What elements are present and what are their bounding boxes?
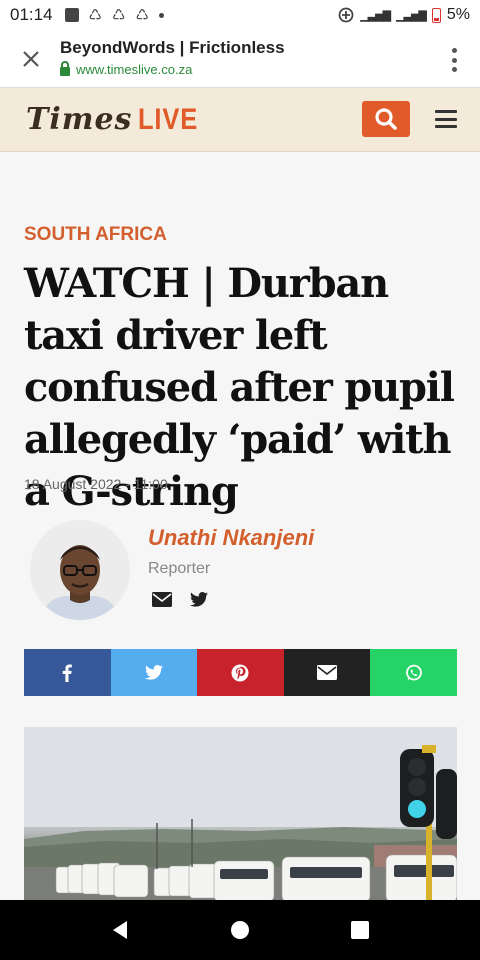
share-email-button[interactable] (283, 649, 371, 696)
author-social-links (152, 592, 208, 607)
author-avatar[interactable] (30, 520, 130, 620)
back-icon[interactable] (109, 919, 131, 941)
signal-icon: ▁▃▅▇ (360, 9, 391, 22)
envelope-icon[interactable] (152, 592, 172, 607)
author-role: Reporter (148, 560, 211, 577)
envelope-icon (317, 665, 338, 680)
signal-icon: ▁▃▅▇ (396, 9, 427, 22)
logo-times-text: Times (26, 102, 133, 137)
data-saver-icon (338, 7, 354, 23)
status-right: ▁▃▅▇ ▁▃▅▇ 5% (338, 6, 470, 24)
article-date: 18 August 2022 - 11:00 (24, 476, 168, 492)
gallery-icon (64, 8, 79, 22)
logo-live-text: LIVE (138, 103, 199, 136)
recycle-icon: ♺ (112, 7, 126, 24)
recycle-icon: ♺ (88, 7, 102, 24)
system-nav-bar (0, 900, 480, 960)
url-text: www.timeslive.co.za (76, 62, 193, 77)
status-time: 01:14 (10, 5, 53, 24)
lock-icon (60, 61, 70, 76)
status-bar: 01:14 ♺ ♺ ♺ ▁▃▅▇ ▁▃▅▇ 5% (0, 0, 480, 30)
search-icon (375, 108, 397, 130)
share-bar (24, 649, 457, 696)
share-pinterest-button[interactable] (197, 649, 284, 696)
facebook-icon (62, 664, 73, 682)
hamburger-menu-icon[interactable] (435, 110, 457, 128)
recycle-icon: ♺ (135, 7, 149, 24)
close-icon[interactable] (18, 46, 44, 72)
recents-icon[interactable] (349, 919, 371, 941)
browser-toolbar: BeyondWords | Frictionless www.timeslive… (0, 30, 480, 88)
overflow-menu-icon[interactable] (450, 48, 458, 72)
author-name[interactable]: Unathi Nkanjeni (148, 525, 314, 551)
hero-image[interactable] (24, 727, 457, 902)
more-notifications-icon (158, 12, 164, 18)
share-facebook-button[interactable] (24, 649, 111, 696)
notification-icons: ♺ ♺ ♺ (64, 6, 164, 24)
taxi-rank-photo (24, 727, 457, 902)
whatsapp-icon (405, 664, 422, 681)
home-icon[interactable] (229, 919, 251, 941)
url-display[interactable]: www.timeslive.co.za (60, 61, 193, 77)
pinterest-icon (231, 664, 249, 681)
site-logo[interactable]: Times LIVE (26, 102, 209, 137)
twitter-icon[interactable] (190, 592, 208, 607)
battery-icon (431, 7, 441, 23)
battery-level: 5% (446, 6, 470, 23)
twitter-icon (144, 665, 163, 680)
search-button[interactable] (362, 101, 410, 137)
share-whatsapp-button[interactable] (370, 649, 457, 696)
page-title: BeyondWords | Frictionless (60, 38, 285, 57)
article-category[interactable]: SOUTH AFRICA (24, 224, 167, 246)
share-twitter-button[interactable] (110, 649, 198, 696)
